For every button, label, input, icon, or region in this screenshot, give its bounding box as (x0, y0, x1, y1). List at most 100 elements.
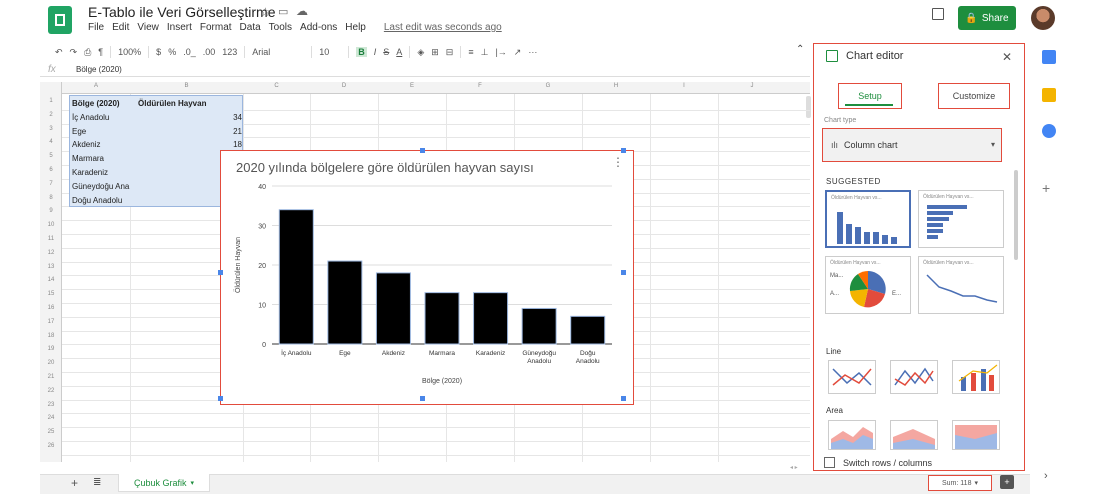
menu-help[interactable]: Help (345, 22, 366, 33)
row-header[interactable]: 5 (44, 153, 58, 159)
print-icon[interactable]: ⎙ (84, 47, 91, 58)
row-header[interactable]: 3 (44, 126, 58, 132)
suggested-column-chart[interactable]: Öldürülen Hayvan vs... (825, 190, 911, 248)
row-header[interactable]: 19 (44, 346, 58, 352)
currency-button[interactable]: $ (156, 47, 161, 57)
cell-b1[interactable]: Öldürülen Hayvan (138, 99, 206, 108)
column-header-g[interactable]: G (514, 83, 582, 89)
row-header[interactable]: 26 (44, 443, 58, 449)
row-header[interactable]: 10 (44, 222, 58, 228)
editor-scrollbar[interactable] (1014, 170, 1018, 260)
cell-region[interactable]: Güneydoğu Ana (72, 182, 129, 191)
row-header[interactable]: 18 (44, 333, 58, 339)
column-header-j[interactable]: J (718, 83, 786, 89)
font-select[interactable]: Arial (252, 47, 304, 57)
add-sheet-button[interactable]: + (71, 476, 78, 490)
collapse-menu-icon[interactable]: ⌃ (796, 44, 804, 55)
suggested-pie-chart[interactable]: Öldürülen Hayvan vs... Ma... A... E... (825, 256, 911, 314)
switch-rows-columns[interactable]: Switch rows / columns (824, 457, 932, 468)
cell-region[interactable]: Karadeniz (72, 168, 108, 177)
cell-value[interactable]: 18 (222, 140, 242, 149)
row-header[interactable]: 13 (44, 264, 58, 270)
undo-icon[interactable]: ↶ (55, 47, 63, 58)
menu-view[interactable]: View (137, 22, 159, 33)
row-header[interactable]: 4 (44, 139, 58, 145)
row-header[interactable]: 21 (44, 374, 58, 380)
fill-color-icon[interactable]: ◈ (417, 47, 424, 58)
area-chart-option[interactable] (828, 420, 876, 450)
borders-icon[interactable]: ⊞ (431, 47, 439, 58)
row-header[interactable]: 1 (44, 98, 58, 104)
resize-handle[interactable] (621, 148, 626, 153)
star-icon[interactable]: ☆ (260, 5, 271, 19)
add-addon-icon[interactable]: + (1042, 180, 1050, 196)
cell-region[interactable]: Marmara (72, 154, 104, 163)
font-size-select[interactable]: 10 (319, 47, 341, 57)
horizontal-scroll-arrows[interactable]: ◂ ▸ (790, 464, 810, 472)
calendar-icon[interactable] (1042, 50, 1056, 64)
decrease-decimal-button[interactable]: .0_ (183, 47, 196, 57)
align-horizontal-icon[interactable]: ≡ (468, 47, 473, 57)
align-vertical-icon[interactable]: ⊥ (481, 47, 489, 58)
row-header[interactable]: 25 (44, 429, 58, 435)
row-header[interactable]: 15 (44, 291, 58, 297)
resize-handle[interactable] (420, 148, 425, 153)
chart-menu-icon[interactable]: ⋮ (612, 155, 624, 169)
cell-a1[interactable]: Bölge (2020) (72, 99, 120, 108)
zoom-select[interactable]: 100% (118, 47, 141, 57)
column-header-b[interactable]: B (130, 83, 243, 89)
sum-indicator[interactable]: Sum: 118 ▾ (928, 475, 992, 491)
close-icon[interactable]: ✕ (1002, 50, 1012, 64)
column-header-i[interactable]: I (650, 83, 718, 89)
percent-button[interactable]: % (168, 47, 176, 57)
column-header-a[interactable]: A (62, 83, 130, 89)
row-header[interactable]: 16 (44, 305, 58, 311)
text-rotate-icon[interactable]: ↗ (514, 47, 522, 58)
more-formats-button[interactable]: 123 (222, 47, 237, 57)
menu-edit[interactable]: Edit (112, 22, 129, 33)
row-header[interactable]: 24 (44, 415, 58, 421)
combo-chart-option[interactable] (952, 360, 1000, 394)
row-header[interactable]: 22 (44, 388, 58, 394)
italic-button[interactable]: I (374, 47, 377, 57)
keep-icon[interactable] (1042, 88, 1056, 102)
redo-icon[interactable]: ↷ (70, 47, 78, 58)
row-header[interactable]: 20 (44, 360, 58, 366)
more-toolbar-button[interactable]: ··· (528, 47, 537, 57)
row-header[interactable]: 6 (44, 167, 58, 173)
row-header[interactable]: 11 (44, 236, 58, 242)
row-header[interactable]: 8 (44, 195, 58, 201)
cell-region[interactable]: İç Anadolu (72, 113, 109, 122)
row-header[interactable]: 7 (44, 181, 58, 187)
menu-data[interactable]: Data (240, 22, 261, 33)
row-header[interactable]: 14 (44, 277, 58, 283)
column-header-f[interactable]: F (446, 83, 514, 89)
row-header[interactable]: 23 (44, 402, 58, 408)
formula-input[interactable]: Bölge (2020) (76, 65, 122, 74)
line-chart-option[interactable] (828, 360, 876, 394)
switch-checkbox[interactable] (824, 457, 835, 468)
cell-value[interactable]: 21 (222, 127, 242, 136)
cell-region[interactable]: Doğu Anadolu (72, 196, 122, 205)
vertical-scrollbar[interactable] (806, 96, 811, 118)
menu-tools[interactable]: Tools (269, 22, 292, 33)
bold-button[interactable]: B (356, 47, 367, 57)
tab-customize[interactable]: Customize (938, 83, 1010, 109)
all-sheets-icon[interactable]: ≣ (93, 477, 101, 488)
column-header-d[interactable]: D (310, 83, 378, 89)
suggested-bar-chart[interactable]: Öldürülen Hayvan vs... (918, 190, 1004, 248)
strikethrough-button[interactable]: S (383, 47, 389, 57)
menu-insert[interactable]: Insert (167, 22, 192, 33)
row-header[interactable]: 17 (44, 319, 58, 325)
cell-value[interactable]: 34 (222, 113, 242, 122)
column-header-c[interactable]: C (243, 83, 310, 89)
increase-decimal-button[interactable]: .00 (203, 47, 216, 57)
full-area-option[interactable] (952, 420, 1000, 450)
comment-icon[interactable] (932, 8, 944, 20)
expand-panel-icon[interactable]: › (1044, 470, 1048, 482)
text-wrap-icon[interactable]: |→ (495, 47, 506, 57)
stacked-area-option[interactable] (890, 420, 938, 450)
share-button[interactable]: 🔒 Share (958, 6, 1016, 30)
merge-cells-icon[interactable]: ⊟ (446, 47, 454, 58)
avatar[interactable] (1031, 6, 1055, 30)
